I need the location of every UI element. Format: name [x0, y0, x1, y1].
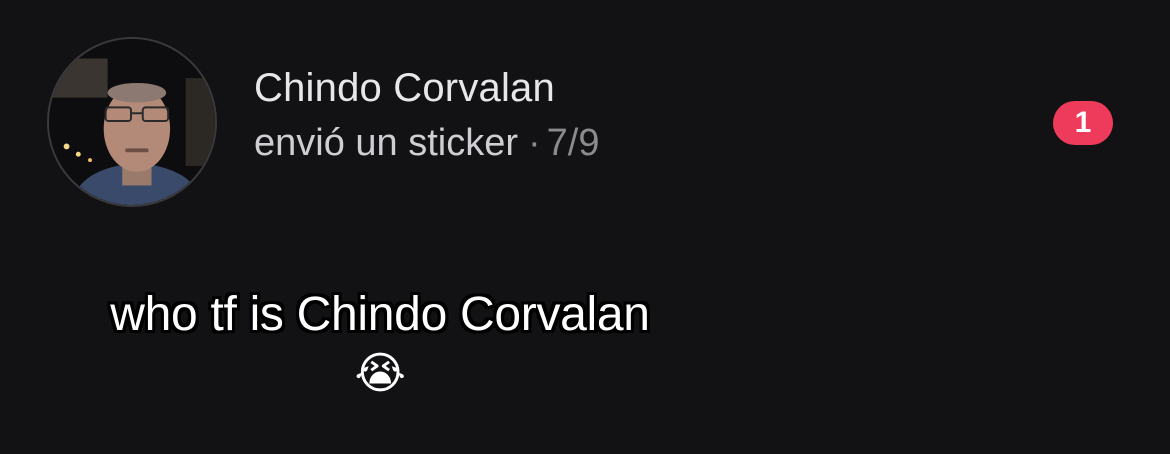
crying-emoji-icon: 😭 — [354, 349, 406, 398]
message-preview: envió un sticker · 7/9 — [254, 120, 600, 166]
caption-text: who tf is Chindo Corvalan — [110, 288, 650, 341]
preview-date: 7/9 — [546, 122, 600, 164]
preview-separator: · — [528, 122, 541, 164]
preview-text: envió un sticker — [254, 122, 519, 164]
conversation-row[interactable]: Chindo Corvalan envió un sticker · 7/9 1 — [0, 0, 1170, 240]
unread-badge: 1 — [1053, 101, 1113, 145]
avatar[interactable] — [47, 37, 217, 207]
avatar-photo — [49, 39, 215, 205]
contact-name: Chindo Corvalan — [254, 66, 555, 110]
caption-overlay: who tf is Chindo Corvalan 😭 — [0, 284, 760, 402]
